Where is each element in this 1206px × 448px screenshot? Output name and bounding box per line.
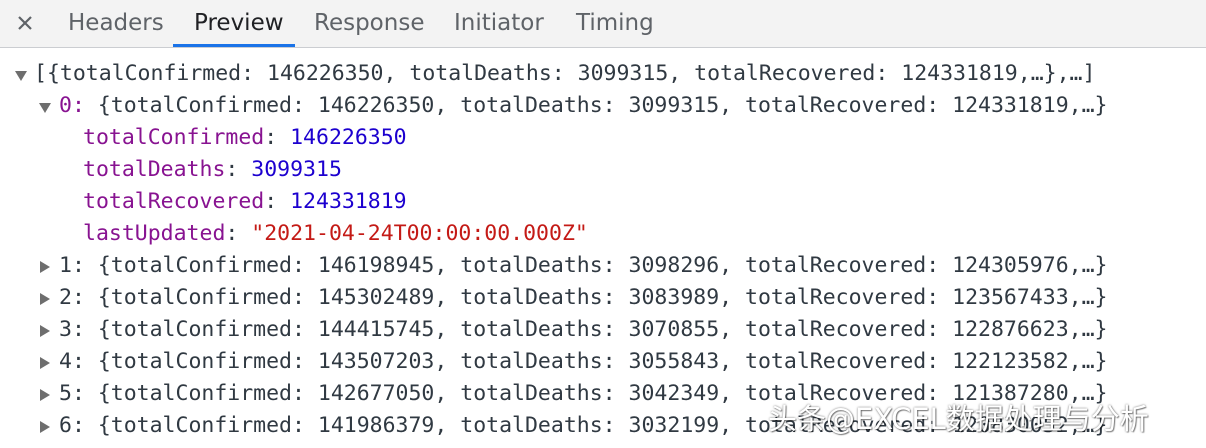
expand-triangle-icon[interactable] — [40, 293, 50, 305]
property-row[interactable]: totalRecovered: 124331819 — [83, 186, 407, 218]
tab-preview[interactable]: Preview — [174, 0, 304, 47]
property-key: lastUpdated — [83, 221, 226, 246]
tab-initiator[interactable]: Initiator — [434, 0, 564, 47]
expand-triangle-icon[interactable] — [40, 325, 50, 337]
list-item[interactable]: 2: {totalConfirmed: 145302489, totalDeat… — [59, 282, 1107, 314]
expand-triangle-icon[interactable] — [40, 261, 50, 273]
devtools-tab-bar: Headers Preview Response Initiator Timin… — [0, 0, 1206, 48]
property-row[interactable]: totalDeaths: 3099315 — [83, 154, 342, 186]
list-item[interactable]: 3: {totalConfirmed: 144415745, totalDeat… — [59, 314, 1107, 346]
tab-response[interactable]: Response — [294, 0, 444, 47]
property-value: 3099315 — [251, 157, 342, 182]
item-summary-text: {totalConfirmed: 146226350, totalDeaths:… — [84, 93, 1108, 118]
expand-triangle-icon[interactable] — [39, 103, 51, 113]
property-key: totalDeaths — [83, 157, 226, 182]
property-row[interactable]: lastUpdated: "2021-04-24T00:00:00.000Z" — [83, 218, 588, 250]
tab-timing[interactable]: Timing — [556, 0, 674, 47]
item-0-summary[interactable]: 0: {totalConfirmed: 146226350, totalDeat… — [59, 90, 1107, 122]
property-value: 146226350 — [290, 125, 407, 150]
property-key: totalRecovered — [83, 189, 265, 214]
close-icon[interactable] — [12, 10, 38, 36]
property-value: 124331819 — [290, 189, 407, 214]
property-key: totalConfirmed — [83, 125, 265, 150]
expand-triangle-icon[interactable] — [40, 389, 50, 401]
expand-triangle-icon[interactable] — [40, 357, 50, 369]
active-tab-indicator — [173, 44, 295, 47]
property-value: "2021-04-24T00:00:00.000Z" — [251, 221, 588, 246]
list-item[interactable]: 4: {totalConfirmed: 143507203, totalDeat… — [59, 346, 1107, 378]
expand-triangle-icon[interactable] — [15, 71, 27, 81]
tab-headers[interactable]: Headers — [48, 0, 184, 47]
preview-pane: [{totalConfirmed: 146226350, totalDeaths… — [0, 48, 1206, 448]
watermark: 头条@EXCEL数据处理与分析 — [768, 402, 1149, 436]
item-index: 0: — [59, 93, 85, 118]
property-row[interactable]: totalConfirmed: 146226350 — [83, 122, 407, 154]
list-item[interactable]: 1: {totalConfirmed: 146198945, totalDeat… — [59, 250, 1107, 282]
root-array-summary[interactable]: [{totalConfirmed: 146226350, totalDeaths… — [34, 58, 1095, 90]
expand-triangle-icon[interactable] — [40, 421, 50, 433]
